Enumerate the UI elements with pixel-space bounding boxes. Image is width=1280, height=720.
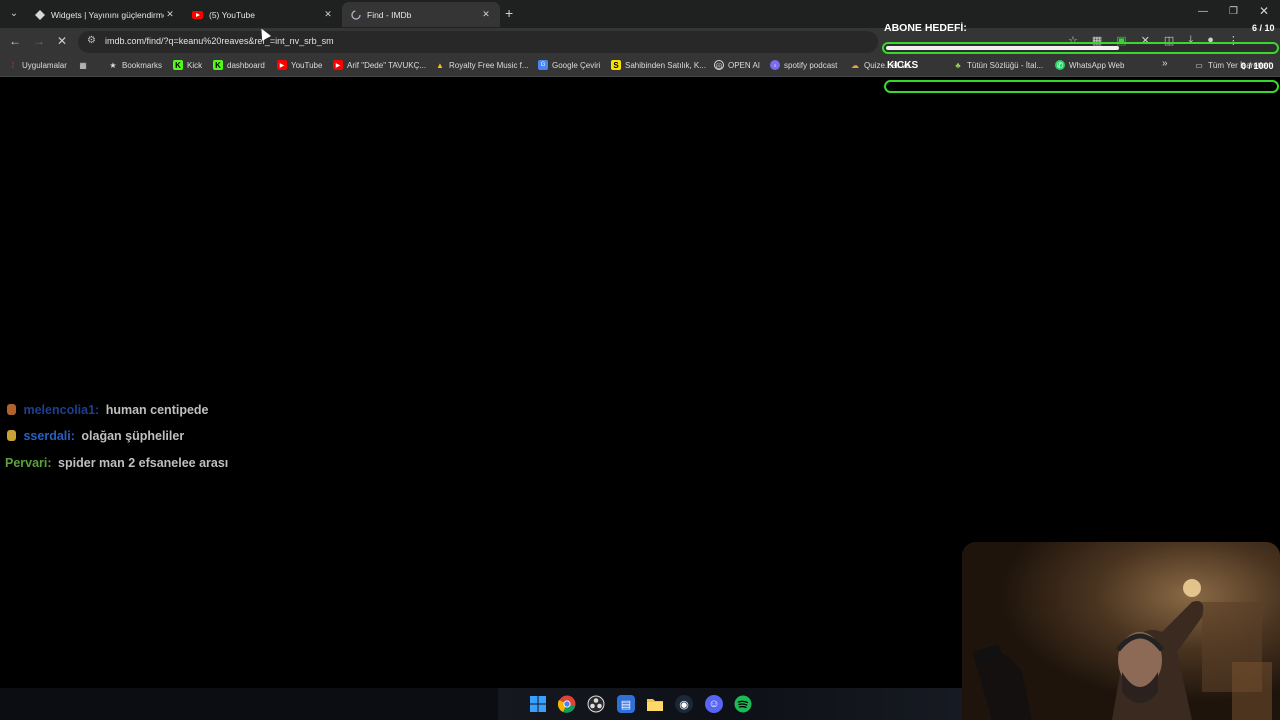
tab-imdb[interactable]: Find - IMDb ✕ [342,2,500,27]
chat-badge-icon [7,430,16,441]
bookmarks-overflow-chevron-icon[interactable]: » [1162,58,1168,69]
tab-title: (5) YouTube [209,9,255,20]
kick-icon: K [213,60,223,70]
grid-icon: ▦ [79,60,87,70]
chat-message: Pervari: spider man 2 efsanelee arası [5,456,228,470]
tab-title: Find - IMDb [367,9,412,20]
restore-icon[interactable]: ❐ [1229,6,1238,17]
chrome-icon[interactable] [558,695,576,713]
tab-close-icon[interactable]: ✕ [322,9,334,20]
new-tab-plus-icon[interactable]: + [505,5,513,21]
loading-spinner-icon [350,9,361,20]
minimize-icon[interactable]: — [1198,6,1208,17]
quiz-icon: ☁ [851,60,859,70]
tab-title: Widgets | Yayınını güçlendirme [51,9,164,20]
bookmark-whatsapp[interactable]: ✆ WhatsApp Web [1055,60,1124,70]
subscriber-goal-bar [882,42,1279,54]
bookmarks-bar: ⁞ Uygulamalar ▦ ★ Bookmarks K Kick K das… [0,56,1280,77]
star-icon: ★ [109,60,117,70]
bookmark-royalty-free[interactable]: ▲ Royalty Free Music f... [435,60,529,70]
triangle-icon: ▲ [436,60,444,70]
youtube-favicon-icon [192,9,203,20]
windows-start-icon[interactable] [529,695,547,713]
store-icon[interactable]: ▤ [617,695,635,713]
bookmark-grid[interactable]: ▦ [78,60,92,70]
chat-text: spider man 2 efsanelee arası [58,456,229,470]
chat-username: sserdali: [23,429,75,443]
address-bar[interactable]: ⚙ imdb.com/find/?q=keanu%20reaves&ref_=i… [78,31,878,53]
sahibinden-icon: S [611,60,621,70]
stop-loading-icon[interactable]: ✕ [57,34,67,48]
tab-close-icon[interactable]: ✕ [480,9,492,20]
whatsapp-icon: ✆ [1055,60,1065,70]
bookmark-bookmarks[interactable]: ★ Bookmarks [108,60,162,70]
chat-username: melencolia1: [23,403,100,417]
bookmark-dashboard[interactable]: K dashboard [213,60,265,70]
bookmark-spotify-podcast[interactable]: ◦ spotify podcast [770,60,837,70]
podcast-icon: ◦ [770,60,780,70]
subscriber-goal-fill [886,46,1119,50]
kicks-goal-label: KICKS [887,60,919,71]
file-explorer-icon[interactable] [646,695,664,713]
apps-grid-icon: ⁞ [11,60,15,70]
chat-message: sserdali: olağan şüpheliler [7,429,184,443]
kicks-goal-count: 0 / 1000 [1241,61,1274,71]
bookmark-openai[interactable]: ◎ OPEN AI [714,60,760,70]
bookmark-google-translate[interactable]: G Google Çeviri [538,60,600,70]
screen: ⌄ Widgets | Yayınını güçlendirme ✕ (5) Y… [0,0,1280,720]
subscriber-goal-label: ABONE HEDEFİ: [884,22,967,34]
tab-search-chevron-icon[interactable]: ⌄ [6,6,22,22]
chat-message: melencolia1: human centipede [7,403,209,417]
discord-icon[interactable]: ☺ [705,695,723,713]
webcam-feed [962,542,1280,720]
chat-text: olağan şüpheliler [81,429,185,443]
tab-strip: ⌄ Widgets | Yayınını güçlendirme ✕ (5) Y… [0,0,1280,28]
site-info-icon[interactable]: ⚙ [87,35,96,46]
url-text[interactable]: imdb.com/find/?q=keanu%20reaves&ref_=int… [105,36,334,46]
openai-icon: ◎ [714,60,724,70]
bookmark-sahibinden[interactable]: S Sahibinden Satılık, K... [611,60,706,70]
steam-icon[interactable]: ◉ [675,695,693,713]
subscriber-goal-count: 6 / 10 [1252,23,1275,33]
chat-badge-icon [7,404,16,415]
chat-username: Pervari: [5,456,52,470]
youtube-icon: ▶ [277,60,287,70]
tab-youtube[interactable]: (5) YouTube ✕ [184,2,342,27]
tab-widgets[interactable]: Widgets | Yayınını güçlendirme ✕ [26,2,184,27]
back-arrow-icon[interactable]: ← [9,34,21,48]
bookmark-tutun-sozlugu[interactable]: ♣ Tütün Sözlüğü - İtal... [953,60,1043,70]
obs-icon[interactable] [587,695,605,713]
kicks-goal-bar [884,80,1279,93]
leaf-icon: ♣ [955,60,961,70]
webcam-image [962,542,1280,720]
widget-favicon-icon [34,9,45,20]
chat-text: human centipede [105,403,209,417]
spotify-icon[interactable] [734,695,752,713]
tab-close-icon[interactable]: ✕ [164,9,176,20]
bookmark-kick[interactable]: K Kick [173,60,202,70]
bookmark-apps[interactable]: ⁞ Uygulamalar [8,60,67,70]
folder-icon: ▭ [1195,60,1203,70]
youtube-icon: ▶ [333,60,343,70]
forward-arrow-icon[interactable]: → [33,34,45,48]
close-window-icon[interactable]: ✕ [1259,4,1269,18]
kick-icon: K [173,60,183,70]
bookmark-youtube[interactable]: ▶ YouTube [277,60,322,70]
translate-icon: G [538,60,548,70]
bookmark-arif-dede[interactable]: ▶ Arif "Dede" TAVUKÇ... [333,60,426,70]
